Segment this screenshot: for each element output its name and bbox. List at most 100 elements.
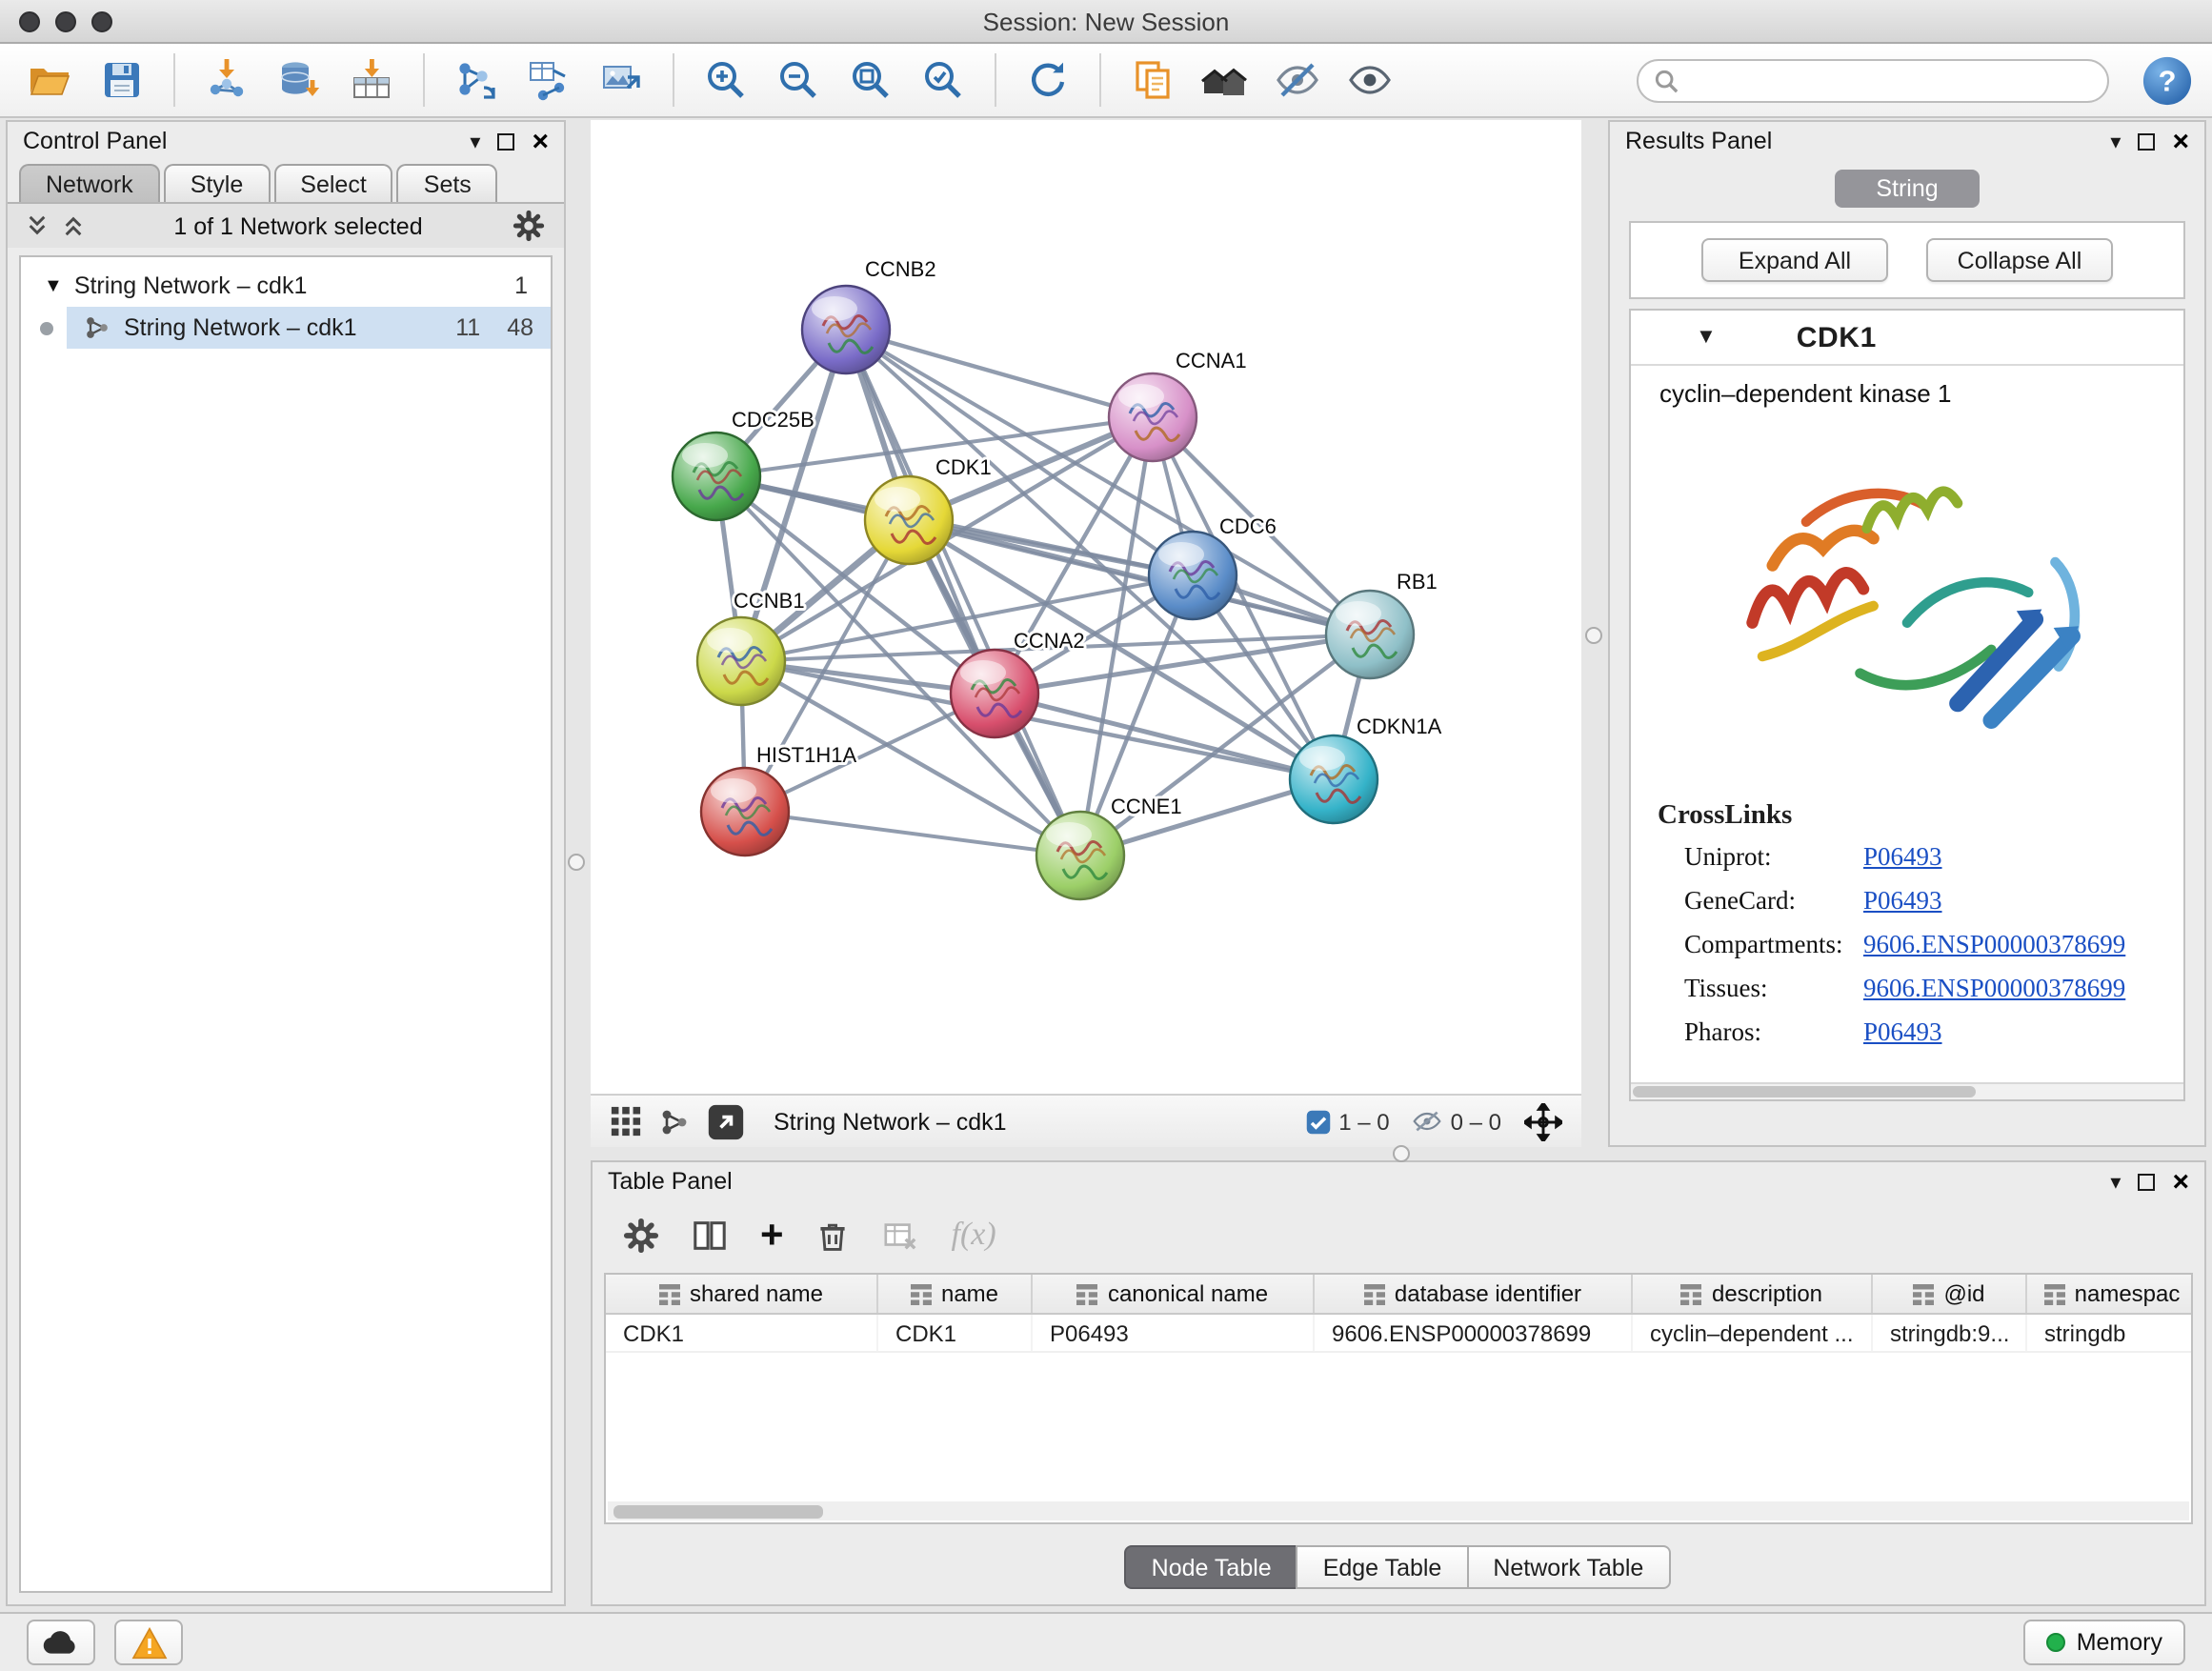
cloud-status-button[interactable] [27, 1620, 95, 1665]
network-view-icon[interactable] [659, 1106, 690, 1137]
window-zoom-button[interactable] [91, 11, 112, 32]
table-toolbar: + f(x) [593, 1200, 2204, 1269]
selected-checkbox-icon[interactable] [1304, 1108, 1331, 1135]
window-close-button[interactable] [19, 11, 40, 32]
open-session-button[interactable] [19, 51, 80, 109]
crosslink-value-link[interactable]: 9606.ENSP00000378699 [1863, 974, 2125, 1004]
network-view[interactable]: CCNB2CCNA1CDC25BCDK1CDC6RB1CCNB1CCNA2CDK… [591, 120, 1581, 1094]
vertical-splitter-handle[interactable] [568, 854, 585, 871]
crosslink-value-link[interactable]: P06493 [1863, 886, 1942, 916]
horizontal-splitter-handle[interactable] [1393, 1145, 1410, 1162]
gear-icon[interactable] [513, 210, 545, 242]
search-input[interactable] [1688, 67, 2092, 93]
network-node-CCNA2[interactable] [951, 650, 1038, 737]
network-node-CCNA1[interactable] [1109, 373, 1196, 461]
panel-float-icon[interactable] [497, 132, 514, 150]
network-node-CCNB1[interactable] [697, 617, 785, 705]
delete-column-trash-icon[interactable] [816, 1217, 851, 1253]
help-button[interactable]: ? [2140, 53, 2193, 107]
protein-card-header[interactable]: ▼ CDK1 [1631, 311, 2183, 366]
network-node-CCNB2[interactable] [802, 286, 890, 373]
panel-collapse-icon[interactable]: ▾ [470, 129, 480, 153]
column-header-name[interactable]: name [878, 1275, 1033, 1313]
collection-label: String Network – cdk1 [74, 272, 308, 299]
column-header-namespac[interactable]: namespac [2027, 1275, 2193, 1313]
panel-close-icon[interactable]: × [532, 127, 549, 155]
table-tab-network-table[interactable]: Network Table [1466, 1545, 1670, 1589]
control-tab-network[interactable]: Network [19, 164, 160, 202]
panel-float-icon[interactable] [2138, 1173, 2155, 1190]
expand-all-icon[interactable] [27, 213, 48, 238]
column-header-description[interactable]: description [1633, 1275, 1873, 1313]
crosslink-value-link[interactable]: P06493 [1863, 1017, 1942, 1048]
column-header-shared-name[interactable]: shared name [606, 1275, 878, 1313]
annotation-copy-button[interactable] [1122, 51, 1183, 109]
save-session-button[interactable] [91, 51, 152, 109]
zoom-in-button[interactable] [695, 51, 756, 109]
network-edge-CCNB2-CCNE1[interactable] [846, 330, 1080, 856]
import-network-database-button[interactable] [269, 51, 330, 109]
pan-crosshair-icon[interactable] [1524, 1102, 1562, 1140]
table-tab-edge-table[interactable]: Edge Table [1297, 1545, 1469, 1589]
network-row-selected[interactable]: String Network – cdk1 11 48 [67, 307, 551, 349]
export-view-icon[interactable] [707, 1102, 745, 1140]
network-node-HIST1H1A[interactable] [701, 768, 789, 856]
panel-collapse-icon[interactable]: ▾ [2110, 129, 2121, 153]
control-tab-style[interactable]: Style [164, 164, 271, 202]
panel-float-icon[interactable] [2138, 132, 2155, 150]
network-node-CDC25B[interactable] [673, 433, 760, 520]
hidden-eye-slash-icon[interactable] [1413, 1109, 1443, 1134]
results-horizontal-scrollbar[interactable] [1631, 1082, 2183, 1099]
vertical-splitter-handle[interactable] [1585, 627, 1602, 644]
refresh-button[interactable] [1017, 51, 1078, 109]
column-header-canonical-name[interactable]: canonical name [1033, 1275, 1315, 1313]
zoom-fit-button[interactable] [840, 51, 901, 109]
window-minimize-button[interactable] [55, 11, 76, 32]
crosslink-value-link[interactable]: P06493 [1863, 842, 1942, 873]
network-from-table-button[interactable] [518, 51, 579, 109]
node-label-CCNA2: CCNA2 [1014, 629, 1085, 653]
network-node-CDC6[interactable] [1149, 532, 1237, 619]
network-edge-HIST1H1A-CCNE1[interactable] [745, 812, 1080, 856]
network-collection-row[interactable]: ▼ String Network – cdk1 1 [21, 265, 551, 307]
collapse-all-icon[interactable] [63, 213, 84, 238]
collapse-all-button[interactable]: Collapse All [1926, 238, 2113, 282]
table-horizontal-scrollbar[interactable] [608, 1501, 2189, 1520]
table-row[interactable]: CDK1CDK1P064939606.ENSP00000378699cyclin… [606, 1315, 2191, 1353]
string-tab-badge[interactable]: String [1835, 170, 1980, 208]
panel-collapse-icon[interactable]: ▾ [2110, 1169, 2121, 1194]
birds-eye-view-button[interactable] [1195, 51, 1256, 109]
zoom-selected-button[interactable] [913, 51, 974, 109]
column-header-@id[interactable]: @id [1873, 1275, 2027, 1313]
table-tab-node-table[interactable]: Node Table [1125, 1545, 1298, 1589]
panel-close-icon[interactable]: × [2172, 127, 2189, 155]
add-column-icon[interactable]: + [760, 1215, 784, 1255]
export-image-button[interactable] [591, 51, 652, 109]
network-graph[interactable]: CCNB2CCNA1CDC25BCDK1CDC6RB1CCNB1CCNA2CDK… [591, 120, 1581, 1094]
control-tab-sets[interactable]: Sets [397, 164, 498, 202]
import-table-button[interactable] [341, 51, 402, 109]
show-all-button[interactable] [1339, 51, 1400, 109]
network-node-CDKN1A[interactable] [1290, 735, 1377, 823]
new-network-button[interactable] [446, 51, 507, 109]
zoom-out-button[interactable] [768, 51, 829, 109]
disclosure-triangle[interactable]: ▼ [44, 275, 63, 296]
panel-close-icon[interactable]: × [2172, 1167, 2189, 1196]
show-columns-icon[interactable] [692, 1217, 728, 1253]
network-node-CDK1[interactable] [865, 476, 953, 564]
warnings-button[interactable] [114, 1620, 183, 1665]
column-header-database-identifier[interactable]: database identifier [1315, 1275, 1633, 1313]
crosslink-value-link[interactable]: 9606.ENSP00000378699 [1863, 930, 2125, 960]
network-node-RB1[interactable] [1326, 591, 1414, 678]
expand-all-button[interactable]: Expand All [1701, 238, 1888, 282]
memory-button[interactable]: Memory [2023, 1620, 2185, 1665]
import-network-file-button[interactable] [196, 51, 257, 109]
table-settings-gear-icon[interactable] [623, 1217, 659, 1253]
scrollbar-thumb[interactable] [613, 1505, 823, 1519]
hide-selected-button[interactable] [1267, 51, 1328, 109]
grid-view-icon[interactable] [610, 1105, 642, 1137]
network-node-CCNE1[interactable] [1036, 812, 1124, 899]
control-tab-select[interactable]: Select [273, 164, 393, 202]
disclosure-triangle[interactable]: ▼ [1696, 326, 1717, 349]
network-row[interactable]: String Network – cdk1 11 48 [21, 307, 551, 349]
